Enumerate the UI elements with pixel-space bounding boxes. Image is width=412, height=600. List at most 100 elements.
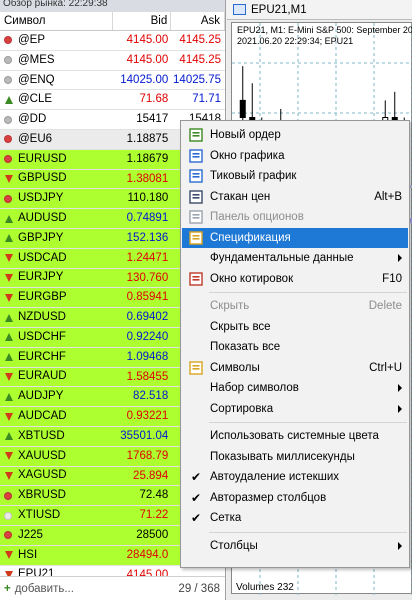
arrow-down-icon — [5, 293, 13, 302]
menu-item[interactable]: ✔ Авторазмер столбцов — [182, 488, 408, 508]
menu-item[interactable]: Столбцы — [182, 536, 408, 556]
ask-cell: 4145.25 — [179, 53, 221, 66]
symbol-name: USDCHF — [18, 330, 66, 343]
menu-item[interactable]: Окно котировок F10 — [182, 269, 408, 289]
menu-item-label: Фундаментальные данные — [210, 252, 354, 264]
symbol-cell: @ENQ — [0, 71, 113, 90]
arrow-down-icon — [5, 273, 13, 282]
symbol-name: USDCAD — [18, 251, 67, 264]
bid-cell: 28500 — [136, 528, 169, 541]
status-dot-icon — [4, 56, 12, 65]
symbol-row[interactable]: @CLE 71.68 71.71 — [0, 90, 225, 111]
chart-info: EPU21, M1: E-Mini S&P 500: September 20 … — [237, 25, 412, 47]
menu-item-spacer — [188, 339, 204, 355]
menu-item-spacer — [188, 449, 204, 465]
column-header-symbol[interactable]: Символ — [0, 12, 114, 30]
symbol-cell: EURJPY — [0, 269, 113, 288]
symbol-row[interactable]: @EP 4145.00 4145.25 — [0, 31, 225, 51]
menu-item[interactable]: Набор символов — [182, 378, 408, 398]
column-header-bid[interactable]: Bid — [113, 12, 172, 30]
arrow-down-icon — [5, 372, 13, 381]
menu-item[interactable]: Окно графика — [182, 146, 408, 166]
symbol-cell: XAGUSD — [0, 467, 113, 486]
menu-item-shortcut: Alt+B — [374, 190, 402, 203]
tick-chart-icon — [188, 168, 204, 184]
menu-item[interactable]: Новый ордер — [182, 125, 408, 145]
menu-item-spacer — [188, 298, 204, 314]
symbol-name: XTIUSD — [18, 509, 61, 522]
menu-item-shortcut: F10 — [382, 272, 402, 285]
symbol-row[interactable]: @ENQ 14025.00 14025.75 — [0, 70, 225, 91]
menu-item[interactable]: ✔ Сетка — [182, 508, 408, 528]
symbol-cell: GBPJPY — [0, 229, 113, 248]
menu-item-label: Использовать системные цвета — [210, 430, 379, 442]
menu-item[interactable]: Тиковый график — [182, 166, 408, 186]
symbol-cell: J225 — [0, 526, 113, 545]
ask-cell: 71.71 — [192, 93, 221, 106]
menu-item[interactable]: Фундаментальные данные — [182, 248, 408, 268]
menu-item-label: Набор символов — [210, 382, 299, 394]
menu-item-label: Скрыть — [210, 300, 250, 312]
column-header-ask[interactable]: Ask — [171, 12, 225, 30]
symbol-cell: USDCAD — [0, 249, 113, 268]
menu-item[interactable]: Скрыть все — [182, 317, 408, 337]
specification-icon — [188, 230, 204, 246]
status-dot-icon — [4, 511, 12, 520]
arrow-down-icon — [5, 452, 13, 461]
symbol-cell: EURUSD — [0, 150, 113, 169]
menu-item[interactable]: Использовать системные цвета — [182, 426, 408, 446]
bid-cell: 0.93221 — [126, 410, 169, 423]
bid-cell: 71.22 — [139, 509, 169, 522]
menu-separator — [209, 422, 407, 423]
submenu-arrow-icon — [398, 404, 402, 413]
menu-item[interactable]: Стакан цен Alt+B — [182, 187, 408, 207]
menu-item[interactable]: Сортировка — [182, 399, 408, 419]
symbol-cell: EURGBP — [0, 288, 113, 307]
symbol-name: @EU6 — [18, 132, 53, 145]
symbol-cell: @EP — [0, 31, 113, 50]
arrow-down-icon — [5, 471, 13, 480]
arrow-up-icon — [5, 234, 13, 243]
arrow-up-icon — [5, 214, 13, 223]
status-dot-icon — [4, 531, 12, 540]
symbol-cell: EURAUD — [0, 368, 113, 387]
symbol-cell: XBRUSD — [0, 486, 113, 505]
menu-item[interactable]: Показать все — [182, 337, 408, 357]
menu-item: Панель опционов — [182, 207, 408, 227]
checkmark-icon: ✔ — [190, 470, 202, 484]
symbol-name: XAGUSD — [18, 469, 67, 482]
context-menu: Новый ордер Окно графика Тиковый график Ста… — [180, 120, 410, 568]
menu-item-label: Стакан цен — [210, 190, 271, 203]
bid-cell: 72.48 — [139, 489, 169, 502]
chart-info-line1: EPU21, M1: E-Mini S&P 500: September 20 — [237, 25, 412, 35]
bid-cell: 28494.0 — [126, 548, 169, 561]
arrow-up-icon — [5, 392, 13, 401]
menu-item[interactable]: Показывать миллисекунды — [182, 447, 408, 467]
chart-info-line2: 2021.06.20 22:29:34; EPU21 — [237, 36, 354, 46]
menu-item-label: Показывать миллисекунды — [210, 450, 355, 463]
menu-item[interactable]: ✔ Автоудаление истекших — [182, 467, 408, 487]
symbol-name: XAUUSD — [18, 449, 66, 462]
symbol-name: NZDUSD — [18, 311, 66, 324]
add-symbol-link[interactable]: добавить... — [11, 583, 179, 595]
menu-item[interactable]: Спецификация — [182, 227, 408, 248]
symbol-cell: EURCHF — [0, 348, 113, 367]
symbol-name: EURCHF — [18, 350, 66, 363]
add-icon[interactable]: + — [0, 583, 11, 595]
chart-icon — [233, 4, 246, 15]
menu-item[interactable]: Символы Ctrl+U — [182, 358, 408, 378]
symbol-cell: XBTUSD — [0, 427, 113, 446]
chart-window-icon — [188, 148, 204, 164]
symbols-icon — [188, 360, 204, 376]
chart-tab[interactable]: EPU21,M1 — [227, 0, 412, 20]
symbol-row[interactable]: @MES 4145.00 4145.25 — [0, 50, 225, 71]
symbol-name: J225 — [18, 528, 43, 541]
arrow-up-icon — [5, 95, 13, 104]
menu-item-label: Столбцы — [210, 539, 258, 552]
bid-cell: 15417 — [136, 113, 169, 126]
ask-cell: 4145.25 — [179, 34, 221, 46]
menu-item: Скрыть Delete — [182, 296, 408, 316]
symbol-name: AUDCAD — [18, 410, 67, 423]
symbol-name: AUDUSD — [18, 212, 67, 225]
symbol-cell: @MES — [0, 51, 113, 70]
